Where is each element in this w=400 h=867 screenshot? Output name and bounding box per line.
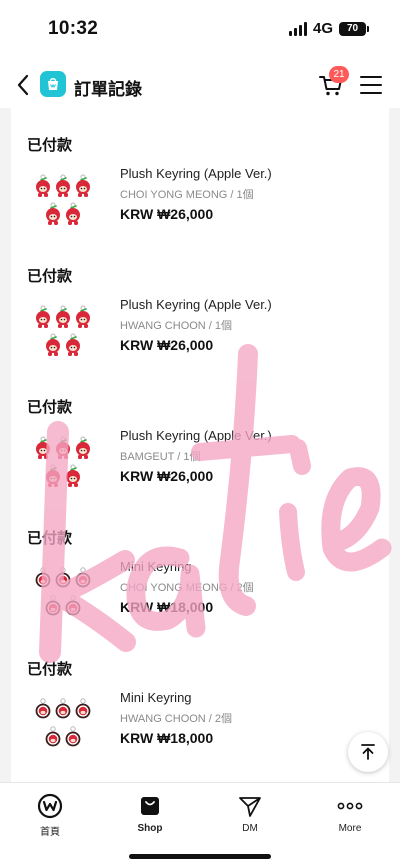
order-list: 已付款 Plush Keyring (Apple Ver.) CHOI YONG M… [11,108,389,782]
product-name[interactable]: Plush Keyring (Apple Ver.) [120,166,272,181]
product-price: KRW ₩26,000 [120,468,214,484]
cart-count-badge: 21 [329,66,349,83]
product-thumbnail[interactable] [33,303,93,361]
product-price: KRW ₩26,000 [120,337,214,353]
product-thumbnail[interactable] [33,696,93,754]
status-indicators: 4G 70 [288,20,369,37]
order-status: 已付款 [27,661,73,678]
scroll-to-top-button[interactable] [348,732,388,772]
product-thumbnail[interactable] [33,172,93,230]
tab-label-shop: Shop [137,823,163,834]
product-price: KRW ₩18,000 [120,730,214,746]
tab-shop[interactable]: Shop [110,793,190,834]
product-option: HWANG CHOON / 2個 [120,713,233,725]
signal-icon [288,21,307,36]
menu-icon [360,76,382,78]
more-dots-icon [337,793,363,819]
product-thumbnail[interactable] [33,565,93,623]
weverse-logo-icon [37,793,63,819]
tab-more[interactable]: More [310,793,390,834]
order-item[interactable]: 已付款 Mini Keyring HWANG CHOON / 2個 KRW ₩18,0… [11,632,389,763]
order-item[interactable]: 已付款 Plush Keyring (Apple Ver.) CHOI YONG M… [11,108,389,239]
battery-icon: 70 [339,21,369,36]
menu-button[interactable] [360,74,382,96]
shop-logo-icon [40,71,66,97]
order-item[interactable]: 已付款 Mini Keyring CHOI YONG MEONG / 2個 KRW ₩… [11,501,389,632]
product-price: KRW ₩18,000 [120,599,214,615]
product-name[interactable]: Plush Keyring (Apple Ver.) [120,428,272,443]
product-option: BAMGEUT / 1個 [120,451,201,463]
tab-label-home: 首頁 [40,827,60,838]
product-option: CHOI YONG MEONG / 2個 [120,582,254,594]
product-option: HWANG CHOON / 1個 [120,320,233,332]
order-item[interactable]: 已付款 Plush Keyring (Apple Ver.) HWANG CHOON… [11,239,389,370]
home-indicator [129,854,271,859]
shopping-bag-icon [137,793,163,819]
app-header: 訂單記錄 21 [0,60,400,110]
chevron-left-icon [17,74,29,96]
product-thumbnail[interactable] [33,434,93,492]
page-title: 訂單記錄 [74,80,142,99]
tab-home[interactable]: 首頁 [10,793,90,838]
product-name[interactable]: Mini Keyring [120,559,192,574]
product-name[interactable]: Mini Keyring [120,690,192,705]
order-status: 已付款 [27,399,73,416]
order-list-area[interactable]: 已付款 Plush Keyring (Apple Ver.) CHOI YONG M… [0,108,400,782]
tab-dm[interactable]: DM [210,793,290,834]
order-item[interactable]: 已付款 Plush Keyring (Apple Ver.) BAMGEUT / 1… [11,370,389,501]
product-name[interactable]: Plush Keyring (Apple Ver.) [120,297,272,312]
tab-label-more: More [338,823,362,834]
status-time: 10:32 [48,18,99,39]
order-status: 已付款 [27,530,73,547]
arrow-up-to-line-icon [361,744,375,760]
product-price: KRW ₩26,000 [120,206,214,222]
paper-plane-icon [237,793,263,819]
network-type: 4G [312,20,333,37]
order-status: 已付款 [27,137,73,154]
product-option: CHOI YONG MEONG / 1個 [120,189,254,201]
status-bar: 10:32 4G 70 [0,0,400,60]
order-status: 已付款 [27,268,73,285]
back-button[interactable] [10,70,36,100]
tab-label-dm: DM [242,823,258,834]
